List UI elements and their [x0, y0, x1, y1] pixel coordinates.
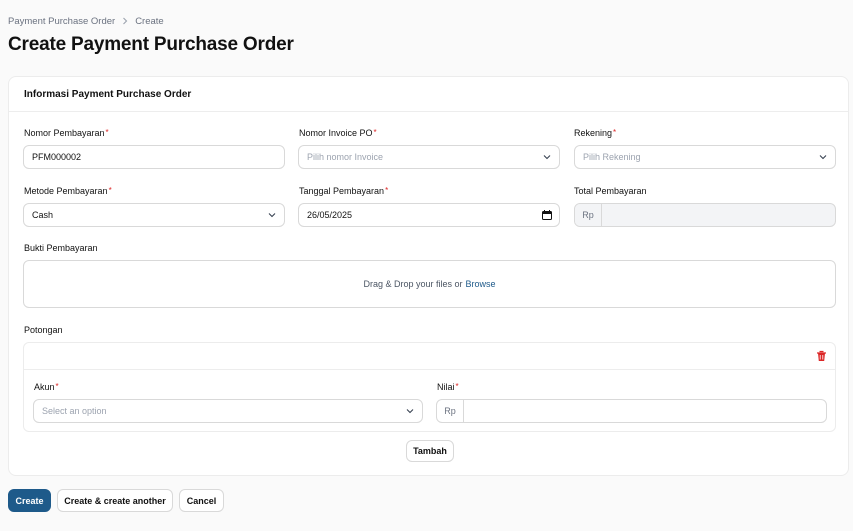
required-marker: * [55, 382, 59, 391]
create-button[interactable]: Create [8, 489, 51, 512]
total-pembayaran-field: Rp [574, 203, 836, 227]
akun-select[interactable]: Select an option [33, 399, 423, 423]
breadcrumb-current: Create [135, 16, 164, 27]
trash-icon[interactable] [816, 350, 827, 362]
browse-link[interactable]: Browse [466, 279, 496, 289]
potongan-label: Potongan [24, 325, 63, 335]
section-title: Informasi Payment Purchase Order [9, 77, 848, 112]
chevron-down-icon [819, 155, 827, 160]
cancel-button[interactable]: Cancel [179, 489, 224, 512]
nomor-pembayaran-label: Nomor Pembayaran* [24, 128, 109, 138]
tanggal-pembayaran-value: 26/05/2025 [307, 210, 353, 220]
nomor-invoice-po-label-text: Nomor Invoice PO [299, 128, 373, 138]
repeater-item-header [24, 343, 835, 370]
required-marker: * [373, 128, 377, 137]
akun-label: Akun* [34, 382, 59, 392]
tambah-button[interactable]: Tambah [406, 440, 454, 462]
nilai-field[interactable]: Rp [436, 399, 827, 423]
currency-prefix: Rp [437, 400, 464, 422]
nomor-pembayaran-field[interactable]: PFM000002 [23, 145, 285, 169]
required-marker: * [455, 382, 459, 391]
metode-pembayaran-select[interactable]: Cash [23, 203, 285, 227]
dropzone-text: Drag & Drop your files or [363, 279, 463, 289]
calendar-icon[interactable] [542, 210, 552, 220]
payment-info-section: Informasi Payment Purchase Order Nomor P… [8, 76, 849, 476]
chevron-right-icon [122, 17, 128, 27]
chevron-down-icon [268, 213, 276, 218]
currency-prefix: Rp [575, 204, 602, 226]
nilai-label: Nilai* [437, 382, 459, 392]
required-marker: * [105, 128, 109, 137]
breadcrumb: Payment Purchase Order Create [8, 16, 164, 27]
tanggal-pembayaran-label: Tanggal Pembayaran* [299, 186, 388, 196]
nomor-invoice-po-label: Nomor Invoice PO* [299, 128, 377, 138]
required-marker: * [385, 186, 389, 195]
required-marker: * [108, 186, 112, 195]
breadcrumb-parent-link[interactable]: Payment Purchase Order [8, 16, 115, 27]
chevron-down-icon [543, 155, 551, 160]
create-another-button[interactable]: Create & create another [57, 489, 173, 512]
rekening-placeholder: Pilih Rekening [583, 152, 641, 162]
metode-pembayaran-label-text: Metode Pembayaran [24, 186, 108, 196]
page-title: Create Payment Purchase Order [8, 34, 294, 55]
nomor-pembayaran-value: PFM000002 [32, 152, 82, 162]
akun-placeholder: Select an option [42, 406, 107, 416]
rekening-select[interactable]: Pilih Rekening [574, 145, 836, 169]
potongan-repeater-item: Akun* Nilai* Select an option Rp [23, 342, 836, 432]
metode-pembayaran-value: Cash [32, 210, 54, 220]
rekening-label: Rekening* [574, 128, 616, 138]
akun-label-text: Akun [34, 382, 55, 392]
rekening-label-text: Rekening [574, 128, 613, 138]
nomor-invoice-po-select[interactable]: Pilih nomor Invoice [298, 145, 560, 169]
bukti-pembayaran-label: Bukti Pembayaran [24, 243, 98, 253]
total-pembayaran-label: Total Pembayaran [574, 186, 647, 196]
nilai-label-text: Nilai [437, 382, 455, 392]
file-dropzone[interactable]: Drag & Drop your files or Browse [23, 260, 836, 308]
nomor-invoice-po-placeholder: Pilih nomor Invoice [307, 152, 384, 162]
nomor-pembayaran-label-text: Nomor Pembayaran [24, 128, 105, 138]
metode-pembayaran-label: Metode Pembayaran* [24, 186, 112, 196]
chevron-down-icon [406, 409, 414, 414]
required-marker: * [613, 128, 617, 137]
tanggal-pembayaran-label-text: Tanggal Pembayaran [299, 186, 385, 196]
tanggal-pembayaran-date-input[interactable]: 26/05/2025 [298, 203, 560, 227]
